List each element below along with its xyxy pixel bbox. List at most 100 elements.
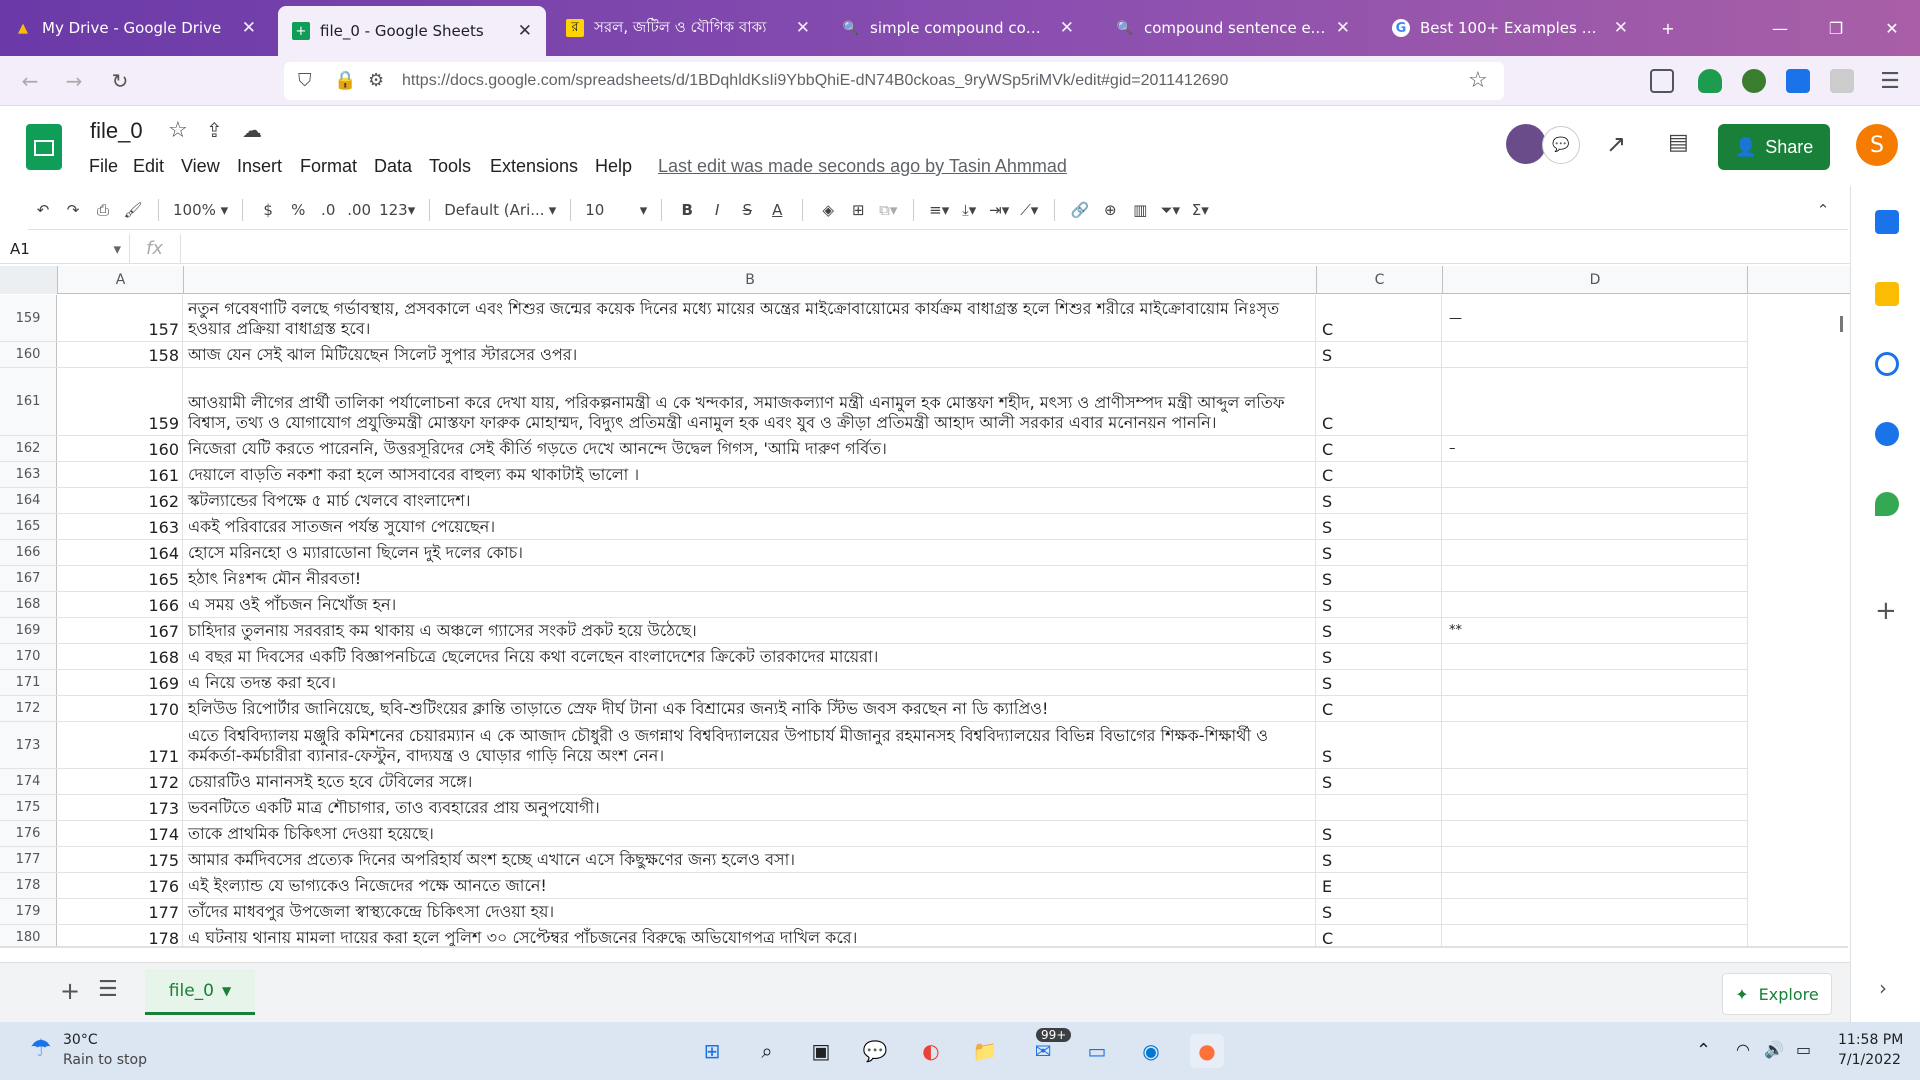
close-icon[interactable]: ✕ [242,18,256,38]
cell-a[interactable]: 178 [58,925,183,948]
cell-d[interactable] [1443,696,1748,721]
font-size-select[interactable]: 10 ▾ [581,194,651,226]
store-icon[interactable]: ▭ [1080,1034,1114,1068]
percent-button[interactable]: % [283,194,313,226]
cell-d[interactable] [1443,821,1748,846]
cell-c[interactable]: C [1317,462,1442,487]
chevron-up-icon[interactable]: ⌃ [1696,1040,1711,1061]
globe-extension-icon[interactable] [1742,69,1766,93]
browser-tab-search-1[interactable]: 🔍 simple compound complex sen ✕ [828,8,1088,48]
tasks-icon[interactable] [1875,352,1899,376]
name-box[interactable]: A1 ▾ [0,233,130,264]
cell-b[interactable]: দেয়ালে বাড়তি নকশা করা হলে আসবাবের বাহু… [184,462,1316,487]
cell-b[interactable]: ভবনটিতে একটি মাত্র শৌচাগার, তাও ব্যবহারে… [184,795,1316,820]
row-header[interactable]: 163 [0,462,57,487]
wifi-icon[interactable]: ◠ [1736,1040,1750,1059]
insert-chart-icon[interactable]: ▥ [1125,194,1155,226]
formula-input[interactable] [180,234,1840,264]
cell-c[interactable]: S [1317,769,1442,794]
cell-b[interactable]: একই পরিবারের সাতজন পর্যন্ত সুযোগ পেয়েছে… [184,514,1316,539]
print-icon[interactable]: ⎙ [88,194,118,226]
cell-d[interactable] [1443,514,1748,539]
cell-d[interactable] [1443,462,1748,487]
cell-c[interactable]: C [1317,925,1442,948]
browser-tab-sheets[interactable]: + file_0 - Google Sheets ✕ [278,6,546,56]
menu-insert[interactable]: Insert [237,156,282,177]
text-wrap-icon[interactable]: ⇥▾ [984,194,1014,226]
move-icon[interactable]: ⇪ [206,118,223,142]
cell-a[interactable]: 163 [58,514,183,539]
cell-c[interactable]: S [1317,899,1442,924]
browser-tab-bangla[interactable]: র সরল, জটিল ও যৌগিক বাক্য ✕ [552,8,824,48]
explore-button[interactable]: ✦ Explore [1722,973,1832,1015]
row-header[interactable]: 177 [0,847,57,872]
windows-start-icon[interactable]: ⊞ [695,1034,729,1068]
keep-icon[interactable] [1875,282,1899,306]
last-edit-link[interactable]: Last edit was made seconds ago by Tasin … [658,156,1067,177]
text-color-icon[interactable]: A [762,194,792,226]
cell-b[interactable]: আমার কর্মদিবসের প্রত্যেক দিনের অপরিহার্য… [184,847,1316,872]
cell-d[interactable] [1443,592,1748,617]
restore-button[interactable]: ❐ [1808,10,1864,46]
close-icon[interactable]: ✕ [1614,18,1628,38]
cell-d[interactable]: ** [1443,618,1748,643]
borders-icon[interactable]: ⊞ [843,194,873,226]
cell-c[interactable]: S [1317,540,1442,565]
shield-extension-icon[interactable] [1698,69,1722,93]
clock-time[interactable]: 11:58 PM [1838,1032,1903,1048]
minimize-button[interactable]: — [1752,10,1808,46]
menu-data[interactable]: Data [374,156,412,177]
cell-c[interactable]: S [1317,821,1442,846]
menu-view[interactable]: View [181,156,220,177]
cell-a[interactable]: 176 [58,873,183,898]
cell-b[interactable]: এ বছর মা দিবসের একটি বিজ্ঞাপনচিত্রে ছেলে… [184,644,1316,669]
calendar-icon[interactable] [1875,210,1899,234]
cell-c[interactable]: S [1317,566,1442,591]
cell-b[interactable]: নিজেরা যেটি করতে পারেননি, উত্তরসূরিদের স… [184,436,1316,461]
cell-a[interactable]: 168 [58,644,183,669]
row-header[interactable]: 165 [0,514,57,539]
account-avatar[interactable]: S [1856,124,1898,166]
cell-c[interactable]: S [1317,618,1442,643]
edge-icon[interactable]: ◉ [1134,1034,1168,1068]
show-side-panel-icon[interactable]: › [1879,976,1887,1000]
select-all-corner[interactable] [0,266,58,294]
cloud-status-icon[interactable]: ☁ [242,118,262,142]
scrollbar-thumb[interactable] [1840,316,1843,332]
cell-a[interactable]: 167 [58,618,183,643]
reload-button[interactable]: ↻ [104,65,136,97]
currency-button[interactable]: $ [253,194,283,226]
cell-c[interactable]: C [1317,295,1442,341]
cell-a[interactable]: 157 [58,295,183,341]
fonts-app-icon[interactable]: ◐ [914,1034,948,1068]
teams-chat-icon[interactable]: 💬 [858,1034,892,1068]
vertical-align-icon[interactable]: ⤓▾ [954,194,984,226]
cell-b[interactable]: নতুন গবেষণাটি বলছে গর্ভাবস্থায়, প্রসবকা… [184,295,1316,341]
collapse-menu-icon[interactable]: ⌃ [1808,194,1838,226]
file-explorer-icon[interactable]: 📁 [968,1034,1002,1068]
cell-d[interactable] [1443,540,1748,565]
all-sheets-icon[interactable]: ☰ [98,977,118,1002]
bold-icon[interactable]: B [672,194,702,226]
collaborator-avatar[interactable] [1506,124,1546,164]
forward-button[interactable]: → [58,65,90,97]
cell-a[interactable]: 162 [58,488,183,513]
cell-c[interactable]: S [1317,488,1442,513]
cell-b[interactable]: হলিউড রিপোর্টার জানিয়েছে, ছবি-শুটিংয়ের… [184,696,1316,721]
sheets-logo-icon[interactable] [26,124,62,170]
column-header-b[interactable]: B [184,266,1317,294]
cell-b[interactable]: এ ঘটনায় থানায় মামলা দায়ের করা হলে পুল… [184,925,1316,948]
url-text[interactable]: https://docs.google.com/spreadsheets/d/1… [402,72,1228,90]
weather-icon[interactable]: ☂ [30,1034,52,1062]
sheet-tab-file0[interactable]: file_0 ▼ [145,969,255,1015]
cell-c[interactable]: S [1317,514,1442,539]
row-header[interactable]: 172 [0,696,57,721]
cell-b[interactable]: স্কটল্যান্ডের বিপক্ষে ৫ মার্চ খেলবে বাংল… [184,488,1316,513]
shield-icon[interactable]: ⛉ [298,70,312,91]
row-header[interactable]: 176 [0,821,57,846]
row-header[interactable]: 170 [0,644,57,669]
row-header[interactable]: 171 [0,670,57,695]
row-header[interactable]: 159 [0,295,57,341]
row-header[interactable]: 160 [0,342,57,367]
cell-c[interactable]: S [1317,342,1442,367]
